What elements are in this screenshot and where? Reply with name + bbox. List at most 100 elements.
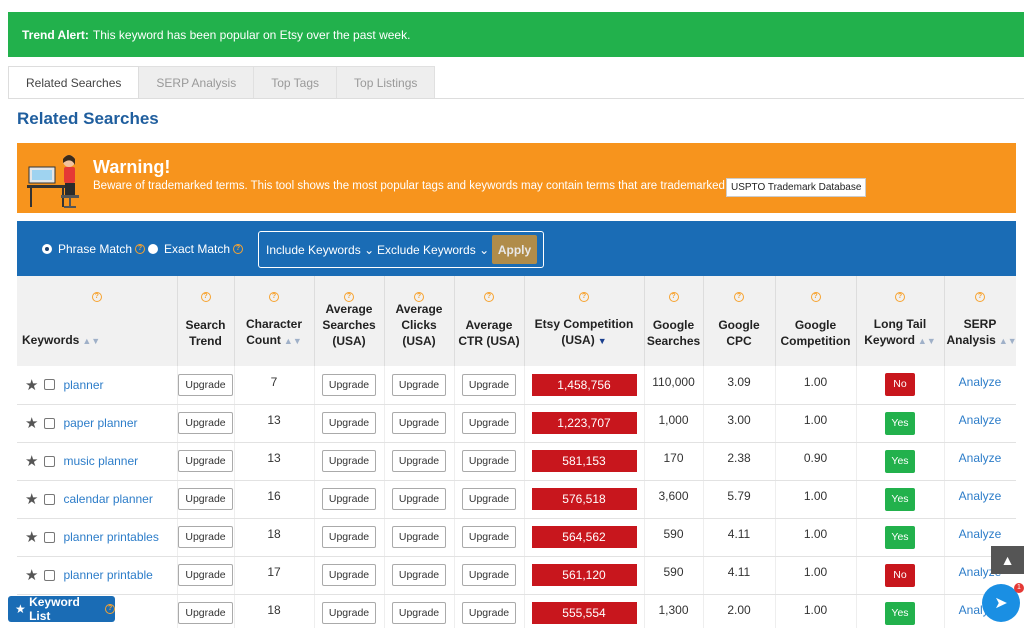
row-checkbox[interactable] xyxy=(44,455,56,467)
analyze-link[interactable]: Analyze xyxy=(945,489,1016,503)
star-icon[interactable]: ★ xyxy=(25,415,38,432)
row-checkbox[interactable] xyxy=(44,493,56,505)
keyword-link[interactable]: planner printables xyxy=(63,530,158,544)
table-header-row: ? Keywords ▲▼ ? Search Trend ? Character Cou… xyxy=(17,276,1016,366)
upgrade-button[interactable]: Upgrade xyxy=(321,526,377,548)
upgrade-button[interactable]: Upgrade xyxy=(321,450,377,472)
upgrade-button[interactable]: Upgrade xyxy=(391,373,447,396)
col-character-count[interactable]: ? Character Count ▲▼ xyxy=(234,276,315,366)
help-icon[interactable]: ? xyxy=(269,292,279,302)
upgrade-button[interactable]: Upgrade xyxy=(461,602,517,624)
phrase-match-radio[interactable] xyxy=(42,244,52,254)
upgrade-button[interactable]: Upgrade xyxy=(461,526,517,548)
col-etsy-competition[interactable]: ? Etsy Competition (USA) ▼ xyxy=(524,276,645,366)
upgrade-button[interactable]: Upgrade xyxy=(391,412,447,434)
sort-icon[interactable]: ▲▼ xyxy=(82,336,100,346)
filter-bar: Phrase Match ? Exact Match ? Include Key… xyxy=(17,221,1016,276)
star-icon[interactable]: ★ xyxy=(25,491,38,508)
upgrade-button[interactable]: Upgrade xyxy=(461,412,517,434)
character-count-cell: 13 xyxy=(234,442,315,481)
exact-match-radio[interactable] xyxy=(148,244,158,254)
scroll-to-top-button[interactable]: ▲ xyxy=(991,546,1024,574)
long-tail-cell: Yes xyxy=(856,442,945,481)
upgrade-button[interactable]: Upgrade xyxy=(461,564,517,586)
upgrade-button[interactable]: Upgrade xyxy=(321,564,377,586)
google-searches: 110,000 xyxy=(652,374,695,389)
upgrade-button[interactable]: Upgrade xyxy=(178,564,233,586)
upgrade-button[interactable]: Upgrade xyxy=(321,412,377,434)
average-ctr-cell: Upgrade xyxy=(454,442,525,481)
upgrade-button[interactable]: Upgrade xyxy=(461,488,517,510)
phrase-match-option[interactable]: Phrase Match ? xyxy=(42,242,146,256)
upgrade-button[interactable]: Upgrade xyxy=(391,564,447,586)
upgrade-button[interactable]: Upgrade xyxy=(461,373,517,396)
tab-related-searches[interactable]: Related Searches xyxy=(8,66,140,99)
upgrade-button[interactable]: Upgrade xyxy=(178,373,233,396)
help-icon[interactable]: ? xyxy=(105,604,115,614)
include-keywords-dropdown[interactable]: Include Keywords ⌄ xyxy=(266,243,374,257)
keyword-link[interactable]: music planner xyxy=(63,454,138,468)
help-icon[interactable]: ? xyxy=(579,292,589,302)
help-icon[interactable]: ? xyxy=(233,244,244,254)
col-keywords[interactable]: ? Keywords ▲▼ xyxy=(17,276,178,366)
upgrade-button[interactable]: Upgrade xyxy=(321,373,377,396)
upgrade-button[interactable]: Upgrade xyxy=(178,488,233,510)
character-count-cell: 16 xyxy=(234,480,315,519)
competition-badge: 561,120 xyxy=(531,564,637,586)
help-icon[interactable]: ? xyxy=(734,292,744,302)
row-checkbox[interactable] xyxy=(44,379,56,391)
star-icon[interactable]: ★ xyxy=(25,377,38,394)
upgrade-button[interactable]: Upgrade xyxy=(321,488,377,510)
help-icon[interactable]: ? xyxy=(200,292,211,302)
row-checkbox[interactable] xyxy=(44,531,56,543)
keyword-link[interactable]: planner printable xyxy=(63,568,152,582)
upgrade-button[interactable]: Upgrade xyxy=(391,488,447,510)
keyword-link[interactable]: calendar planner xyxy=(63,492,152,506)
apply-button[interactable]: Apply xyxy=(492,235,537,264)
exclude-keywords-dropdown[interactable]: Exclude Keywords ⌄ xyxy=(377,243,489,257)
row-checkbox[interactable] xyxy=(44,417,56,429)
sort-icon[interactable]: ▲▼ xyxy=(999,336,1016,346)
tab-top-listings[interactable]: Top Listings xyxy=(337,66,436,99)
upgrade-button[interactable]: Upgrade xyxy=(178,450,233,472)
star-icon[interactable]: ★ xyxy=(25,567,38,584)
help-icon[interactable]: ? xyxy=(135,244,146,254)
star-icon[interactable]: ★ xyxy=(25,453,38,470)
help-icon[interactable]: ? xyxy=(975,292,985,302)
average-searches-cell: Upgrade xyxy=(314,442,385,481)
help-icon[interactable]: ? xyxy=(91,292,102,302)
long-tail-badge: No xyxy=(885,563,915,587)
keyword-link[interactable]: planner xyxy=(63,378,103,392)
row-checkbox[interactable] xyxy=(44,569,56,581)
sort-icon[interactable]: ▲▼ xyxy=(284,336,302,346)
sort-icon[interactable]: ▲▼ xyxy=(918,336,936,346)
analyze-link[interactable]: Analyze xyxy=(945,413,1016,427)
upgrade-button[interactable]: Upgrade xyxy=(178,412,233,434)
help-icon[interactable]: ? xyxy=(810,292,821,302)
upgrade-button[interactable]: Upgrade xyxy=(178,602,233,624)
upgrade-button[interactable]: Upgrade xyxy=(321,602,377,624)
upgrade-button[interactable]: Upgrade xyxy=(391,602,447,624)
upgrade-button[interactable]: Upgrade xyxy=(391,450,447,472)
tab-top-tags[interactable]: Top Tags xyxy=(254,66,338,99)
exact-match-option[interactable]: Exact Match ? xyxy=(148,242,244,256)
col-serp-analysis[interactable]: ? SERP Analysis ▲▼ xyxy=(944,276,1016,366)
analyze-link[interactable]: Analyze xyxy=(945,527,1016,541)
tab-serp-analysis[interactable]: SERP Analysis xyxy=(139,66,255,99)
help-icon[interactable]: ? xyxy=(895,292,905,302)
keyword-link[interactable]: paper planner xyxy=(63,416,137,430)
chevron-down-icon: ⌄ xyxy=(479,243,490,257)
google-searches: 590 xyxy=(663,527,684,541)
upgrade-button[interactable]: Upgrade xyxy=(178,526,233,548)
help-icon[interactable]: ? xyxy=(484,292,494,302)
help-icon[interactable]: ? xyxy=(668,292,679,302)
star-icon[interactable]: ★ xyxy=(25,529,38,546)
upgrade-button[interactable]: Upgrade xyxy=(391,526,447,548)
keyword-list-button[interactable]: ★ Keyword List ? xyxy=(8,595,115,623)
uspto-link[interactable]: USPTO Trademark Database xyxy=(726,178,867,197)
sort-desc-icon[interactable]: ▼ xyxy=(598,336,607,346)
upgrade-button[interactable]: Upgrade xyxy=(461,450,517,472)
col-long-tail-keyword[interactable]: ? Long Tail Keyword ▲▼ xyxy=(856,276,945,366)
analyze-link[interactable]: Analyze xyxy=(945,451,1016,465)
analyze-link[interactable]: Analyze xyxy=(945,375,1016,389)
